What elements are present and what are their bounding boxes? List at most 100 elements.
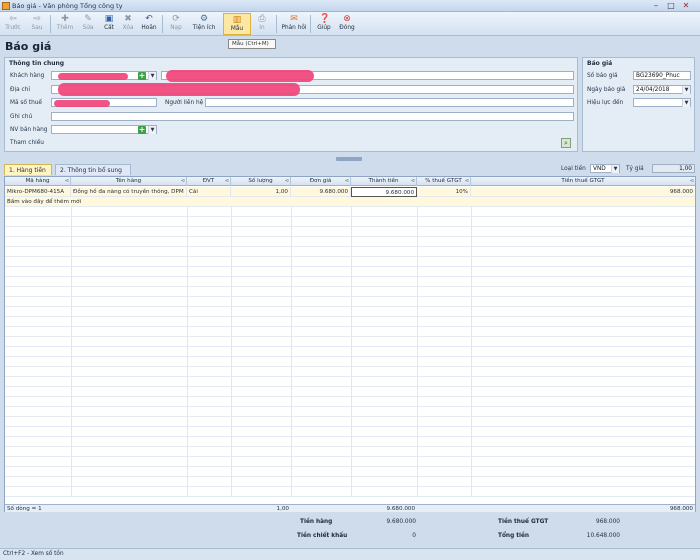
minimize-button[interactable]: –	[650, 1, 662, 11]
status-bar: Ctrl+F2 - Xem số tồn	[0, 548, 700, 560]
search-icon[interactable]: ⌕	[561, 138, 571, 148]
pin-icon[interactable]: ⊲	[690, 177, 694, 186]
tab-additional-info[interactable]: 2. Thông tin bổ sung	[55, 164, 131, 175]
delete-button[interactable]: ✖ Xóa	[119, 13, 137, 35]
cell-vat-amount[interactable]: 968.000	[471, 187, 695, 197]
maximize-button[interactable]: □	[665, 1, 677, 11]
add-icon: ✚	[61, 14, 69, 24]
save-button[interactable]: ▣ Cất	[99, 13, 119, 35]
cell-unit-price[interactable]: 9.680.000	[291, 187, 351, 197]
col-unit-price[interactable]: Đơn giá ⊲	[291, 177, 351, 186]
add-customer-icon[interactable]: +	[138, 72, 146, 80]
toolbar: ⇦ Trước ⇨ Sau ✚ Thêm ✎ Sửa ▣ Cất ✖ Xóa ↶ Hoãn ⟳…	[0, 12, 700, 36]
col-vat-amount[interactable]: Tiền thuế GTGT ⊲	[471, 177, 695, 186]
empty-row	[5, 267, 695, 277]
cell-vat-rate[interactable]: 10%	[417, 187, 471, 197]
quote-date-input[interactable]: 24/04/2018 ▼	[633, 85, 691, 94]
next-button[interactable]: ⇨ Sau	[26, 13, 48, 35]
empty-row	[5, 297, 695, 307]
empty-row	[5, 437, 695, 447]
cell-item-code[interactable]: Mikro-DPM680-415A	[5, 187, 71, 197]
col-item-name[interactable]: Tên hàng ⊲	[71, 177, 187, 186]
currency-label: Loại tiền	[561, 166, 586, 172]
rate-label: Tỷ giá	[626, 166, 644, 172]
quote-number-input[interactable]: BG23690_Phuc	[633, 71, 691, 80]
col-item-code[interactable]: Mã hàng ⊲	[5, 177, 71, 186]
template-button[interactable]: ▥ Mẫu	[223, 13, 251, 35]
address-input[interactable]	[51, 83, 574, 96]
pin-icon[interactable]: ⊲	[225, 177, 229, 186]
edit-icon: ✎	[84, 14, 92, 24]
empty-row	[5, 247, 695, 257]
utilities-button[interactable]: ⚙ Tiện ích	[188, 13, 220, 35]
pin-icon[interactable]: ⊲	[181, 177, 185, 186]
undo-button[interactable]: ↶ Hoãn	[138, 13, 160, 35]
quote-date-label: Ngày báo giá	[587, 87, 626, 93]
grid-footer: Số dòng = 1 1,00 9.680.000 968.000	[5, 504, 695, 512]
empty-row	[5, 367, 695, 377]
empty-row	[5, 327, 695, 337]
contact-input[interactable]	[205, 98, 574, 107]
empty-row	[5, 357, 695, 367]
empty-row	[5, 207, 695, 217]
table-row[interactable]: Mikro-DPM680-415A Đồng hồ đa năng có tru…	[5, 187, 695, 197]
feedback-button[interactable]: ✉ Phản hồi	[280, 13, 308, 35]
pin-icon[interactable]: ⊲	[411, 177, 415, 186]
grid-header: Mã hàng ⊲ Tên hàng ⊲ ĐVT ⊲ Số lượng ⊲ Đơn gi…	[5, 177, 695, 186]
col-vat-rate[interactable]: % thuế GTGT ⊲	[417, 177, 471, 186]
empty-row	[5, 467, 695, 477]
col-unit[interactable]: ĐVT ⊲	[187, 177, 231, 186]
cell-item-name[interactable]: Đồng hồ đa năng có truyền thông, DPM	[71, 187, 187, 197]
splitter-handle[interactable]	[336, 157, 362, 161]
pin-icon[interactable]: ⊲	[345, 177, 349, 186]
print-button[interactable]: ⎙ In	[252, 13, 272, 35]
col-quantity[interactable]: Số lượng ⊲	[231, 177, 291, 186]
empty-row	[5, 447, 695, 457]
footer-vat-amount: 968.000	[669, 506, 693, 512]
help-icon: ❓	[319, 14, 331, 24]
add-staff-icon[interactable]: +	[138, 126, 146, 134]
chevron-down-icon[interactable]: ▼	[611, 165, 619, 173]
empty-row	[5, 337, 695, 347]
empty-row	[5, 407, 695, 417]
pin-icon[interactable]: ⊲	[465, 177, 469, 186]
delete-icon: ✖	[124, 14, 132, 24]
tab-goods[interactable]: 1. Hàng tiền	[4, 164, 52, 175]
general-info-title: Thông tin chung	[9, 60, 65, 67]
chevron-down-icon[interactable]: ▼	[148, 72, 156, 80]
sales-staff-label: NV bán hàng	[10, 127, 48, 133]
row-count: Số dòng = 1	[7, 506, 42, 512]
vat-total-value: 968.000	[596, 519, 620, 525]
valid-until-input[interactable]: ▼	[633, 98, 691, 107]
add-row-hint[interactable]: Bấm vào đây để thêm mới	[5, 197, 125, 207]
currency-select[interactable]: VND ▼	[590, 164, 620, 173]
add-button[interactable]: ✚ Thêm	[54, 13, 76, 35]
rate-input[interactable]: 1,00	[652, 164, 695, 173]
edit-button[interactable]: ✎ Sửa	[78, 13, 98, 35]
pin-icon[interactable]: ⊲	[65, 177, 69, 186]
cell-unit[interactable]: Cái	[187, 187, 231, 197]
close-window-button[interactable]: ✕	[680, 1, 692, 11]
add-row[interactable]: Bấm vào đây để thêm mới	[5, 197, 695, 207]
note-input[interactable]	[51, 112, 574, 121]
cell-quantity[interactable]: 1,00	[231, 187, 291, 197]
grand-total-label: Tổng tiền	[498, 533, 530, 539]
chevron-down-icon[interactable]: ▼	[148, 126, 156, 134]
close-icon: ⊗	[343, 14, 351, 24]
help-button[interactable]: ❓ Giúp	[314, 13, 334, 35]
reload-button[interactable]: ⟳ Nạp	[166, 13, 186, 35]
chevron-down-icon[interactable]: ▼	[682, 99, 690, 107]
vat-total-label: Tiền thuế GTGT	[498, 519, 549, 525]
arrow-right-icon: ⇨	[33, 14, 41, 24]
tax-code-input[interactable]	[51, 98, 157, 107]
pin-icon[interactable]: ⊲	[285, 177, 289, 186]
close-form-button[interactable]: ⊗ Đóng	[336, 13, 358, 35]
customer-name-input[interactable]	[161, 70, 574, 82]
tooltip: Mẫu (Ctrl+M)	[228, 39, 276, 49]
footer-quantity: 1,00	[276, 506, 289, 512]
chevron-down-icon[interactable]: ▼	[682, 86, 690, 94]
prev-button[interactable]: ⇦ Trước	[2, 13, 24, 35]
quote-info-title: Báo giá	[587, 60, 613, 67]
col-amount[interactable]: Thành tiền ⊲	[351, 177, 417, 186]
cell-amount[interactable]: 9.680.000	[351, 187, 417, 197]
